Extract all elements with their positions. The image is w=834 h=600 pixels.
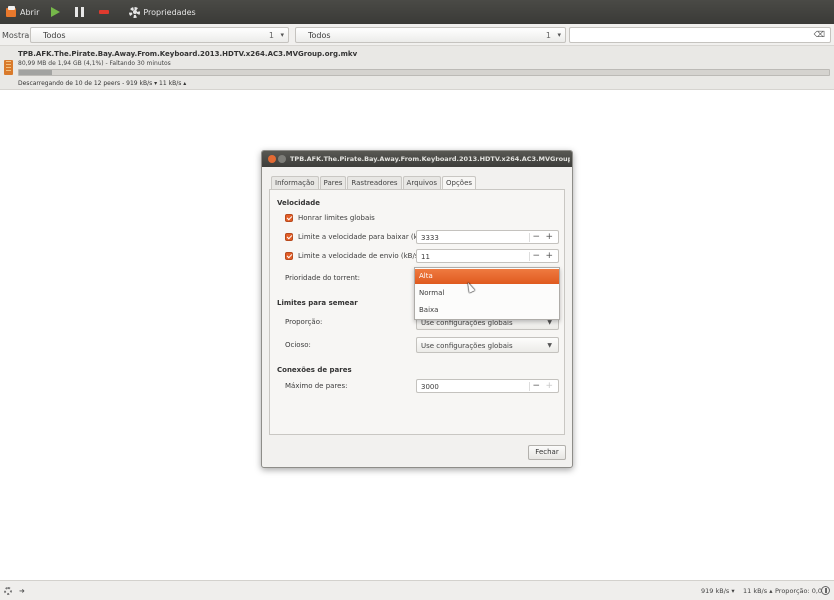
tracker-filter-value: Todos xyxy=(308,31,331,40)
download-limit-spinner[interactable]: 3333 − + xyxy=(416,230,559,244)
increment-button[interactable]: + xyxy=(545,251,553,261)
speed-limit-icon[interactable]: ➜ xyxy=(19,587,25,595)
torrent-list-row[interactable]: TPB.AFK.The.Pirate.Bay.Away.From.Keyboar… xyxy=(0,46,834,90)
play-icon xyxy=(51,7,61,17)
activity-filter-combo[interactable]: Todos 1 ▾ xyxy=(30,27,289,43)
upload-limit-spinner[interactable]: 11 − + xyxy=(416,249,559,263)
download-speed: 919 kB/s ▾ xyxy=(701,587,735,595)
tab-trackers[interactable]: Rastreadores xyxy=(347,176,402,190)
idle-select[interactable]: Use configurações globais ▼ xyxy=(416,337,559,353)
properties-button[interactable]: Propriedades xyxy=(118,2,198,22)
chevron-down-icon: ▼ xyxy=(547,319,552,326)
spinner-separator xyxy=(529,233,530,242)
minimize-window-icon[interactable] xyxy=(278,155,286,163)
status-bar: ➜ 919 kB/s ▾ 11 kB/s ▴ Proporção: 0,0 xyxy=(0,580,834,600)
chevron-down-icon: ▼ xyxy=(547,342,552,349)
priority-option-high[interactable]: Alta xyxy=(415,269,559,284)
open-button[interactable]: Abrir xyxy=(2,2,42,22)
checkbox-checked-icon xyxy=(285,252,293,260)
spinner-separator xyxy=(529,382,530,391)
open-file-icon xyxy=(5,6,17,18)
dialog-tabs: Informação Pares Rastreadores Arquivos O… xyxy=(271,176,477,191)
ratio-label: Proporção: xyxy=(285,318,323,326)
decrement-button[interactable]: − xyxy=(532,232,540,242)
chevron-down-icon: ▾ xyxy=(557,31,561,39)
priority-label: Prioridade do torrent: xyxy=(285,274,361,282)
priority-dropdown-menu: Alta Normal Baixa xyxy=(414,267,560,320)
honor-global-limits-label: Honrar limites globais xyxy=(298,214,375,222)
download-limit-value: 3333 xyxy=(421,234,439,242)
torrent-status: Descarregando de 10 de 12 peers - 919 kB… xyxy=(18,80,187,87)
video-file-icon xyxy=(4,60,13,75)
torrent-name: TPB.AFK.The.Pirate.Bay.Away.From.Keyboar… xyxy=(18,50,358,58)
spinner-separator xyxy=(529,252,530,261)
activity-filter-count: 1 xyxy=(268,31,274,40)
ratio-status[interactable]: Proporção: 0,0 xyxy=(775,587,822,595)
torrent-properties-dialog: TPB.AFK.The.Pirate.Bay.Away.From.Keyboar… xyxy=(261,150,573,468)
clear-search-icon[interactable]: ⌫ xyxy=(814,30,825,39)
remove-icon xyxy=(99,10,110,14)
open-button-label: Abrir xyxy=(20,7,40,17)
priority-option-normal[interactable]: Normal xyxy=(415,286,559,301)
start-button[interactable] xyxy=(42,2,67,22)
tab-peers[interactable]: Pares xyxy=(319,176,347,190)
chevron-down-icon: ▾ xyxy=(280,31,284,39)
ratio-mode-icon[interactable] xyxy=(821,586,830,595)
idle-label: Ocioso: xyxy=(285,341,311,349)
search-input[interactable]: ⌫ xyxy=(569,27,831,43)
priority-option-low[interactable]: Baixa xyxy=(415,303,559,318)
close-window-icon[interactable] xyxy=(268,155,276,163)
preferences-gear-icon[interactable] xyxy=(4,587,12,595)
limit-download-label: Limite a velocidade para baixar (kB/s): xyxy=(298,233,434,241)
max-peers-value: 3000 xyxy=(421,383,439,391)
close-button[interactable]: Fechar xyxy=(528,445,566,460)
checkbox-checked-icon xyxy=(285,233,293,241)
torrent-size-info: 80,99 MB de 1,94 GB (4,1%) - Faltando 30… xyxy=(18,60,171,67)
activity-filter-value: Todos xyxy=(43,31,66,40)
limit-download-checkbox[interactable]: Limite a velocidade para baixar (kB/s): xyxy=(285,233,434,241)
filter-bar: Mostrar: Todos 1 ▾ Todos 1 ▾ ⌫ xyxy=(0,24,834,46)
gear-icon xyxy=(129,6,141,18)
increment-button[interactable]: + xyxy=(545,232,553,242)
main-toolbar: Abrir Propriedades xyxy=(0,0,834,24)
max-peers-spinner[interactable]: 3000 − + xyxy=(416,379,559,393)
remove-button[interactable] xyxy=(92,2,118,22)
tab-files[interactable]: Arquivos xyxy=(402,176,441,190)
increment-button[interactable]: + xyxy=(545,381,553,391)
max-peers-label: Máximo de pares: xyxy=(285,382,348,390)
upload-speed: 11 kB/s ▴ xyxy=(743,587,773,595)
pause-icon xyxy=(75,7,85,17)
seed-section-title: Limites para semear xyxy=(277,299,358,307)
speed-section-title: Velocidade xyxy=(277,199,321,207)
tracker-filter-combo[interactable]: Todos 1 ▾ xyxy=(295,27,566,43)
dialog-titlebar: TPB.AFK.The.Pirate.Bay.Away.From.Keyboar… xyxy=(262,151,572,167)
honor-global-limits-checkbox[interactable]: Honrar limites globais xyxy=(285,214,375,222)
dialog-title: TPB.AFK.The.Pirate.Bay.Away.From.Keyboar… xyxy=(290,155,570,163)
tab-info[interactable]: Informação xyxy=(271,176,319,190)
upload-limit-value: 11 xyxy=(421,253,430,261)
limit-upload-checkbox[interactable]: Limite a velocidade de envio (kB/s): xyxy=(285,252,424,260)
torrent-progress-fill xyxy=(19,70,53,75)
limit-upload-label: Limite a velocidade de envio (kB/s): xyxy=(298,252,424,260)
decrement-button[interactable]: − xyxy=(532,251,540,261)
properties-button-label: Propriedades xyxy=(143,7,196,17)
torrent-progress-bar xyxy=(18,69,830,76)
tracker-filter-count: 1 xyxy=(545,31,551,40)
pause-button[interactable] xyxy=(67,2,92,22)
decrement-button[interactable]: − xyxy=(532,381,540,391)
ratio-select-value: Use configurações globais xyxy=(421,319,513,327)
peers-section-title: Conexões de pares xyxy=(277,366,352,374)
idle-select-value: Use configurações globais xyxy=(421,342,513,350)
checkbox-checked-icon xyxy=(285,214,293,222)
